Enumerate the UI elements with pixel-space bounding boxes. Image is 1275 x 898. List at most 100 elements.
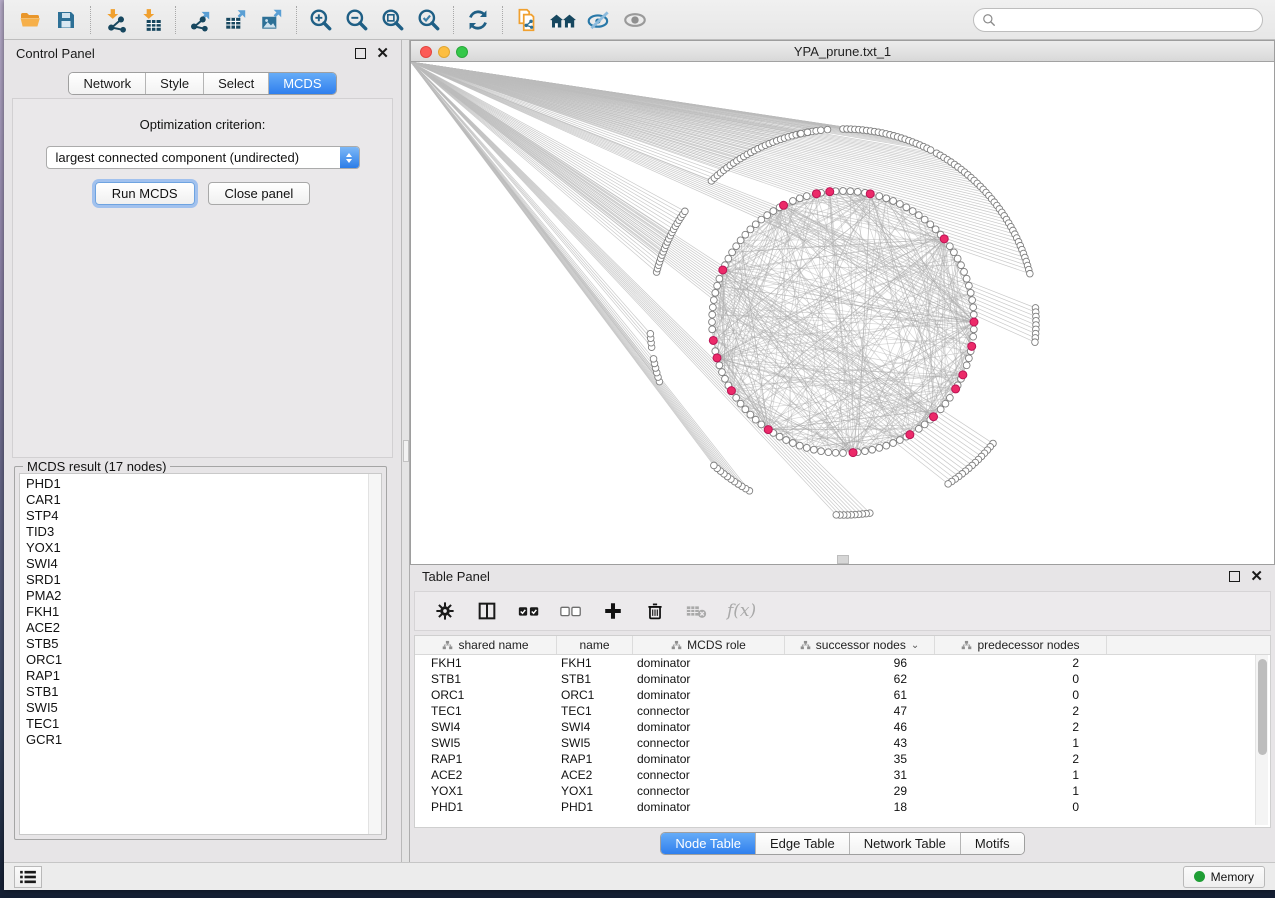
mcds-node-item[interactable]: CAR1 [26,492,367,508]
mcds-node-item[interactable]: TEC1 [26,716,367,732]
cell-shared_name[interactable]: RAP1 [415,752,557,766]
cell-predecessors[interactable]: 2 [935,720,1107,734]
table-row[interactable]: STB1STB1dominator620 [415,671,1270,687]
cell-name[interactable]: ORC1 [557,688,633,702]
cell-predecessors[interactable]: 1 [935,784,1107,798]
table-row[interactable]: ACE2ACE2connector311 [415,767,1270,783]
cell-name[interactable]: SWI5 [557,736,633,750]
tab-select[interactable]: Select [204,73,269,94]
cell-role[interactable]: connector [633,736,785,750]
tab-edge-table[interactable]: Edge Table [756,833,850,854]
add-column-icon[interactable] [601,599,625,623]
cell-predecessors[interactable]: 2 [935,752,1107,766]
column-header[interactable]: successor nodes⌄ [785,636,935,654]
column-header[interactable]: shared name [415,636,557,654]
tab-node-table[interactable]: Node Table [661,833,756,854]
cell-shared_name[interactable]: YOX1 [415,784,557,798]
cell-name[interactable]: YOX1 [557,784,633,798]
search-field[interactable] [973,8,1263,32]
close-table-panel-icon[interactable]: ✕ [1250,571,1263,582]
cell-successors[interactable]: 62 [785,672,935,686]
tab-motifs[interactable]: Motifs [961,833,1024,854]
memory-button[interactable]: Memory [1183,866,1265,888]
show-details-eye-icon[interactable] [617,4,653,36]
delete-column-trash-icon[interactable] [643,599,667,623]
mcds-result-list[interactable]: PHD1CAR1STP4TID3YOX1SWI4SRD1PMA2FKH1ACE2… [26,476,367,832]
import-table-icon[interactable] [133,4,169,36]
mcds-node-item[interactable]: STB1 [26,684,367,700]
table-row[interactable]: ORC1ORC1dominator610 [415,687,1270,703]
export-image-icon[interactable] [254,4,290,36]
cell-predecessors[interactable]: 2 [935,656,1107,670]
cell-name[interactable]: RAP1 [557,752,633,766]
save-icon[interactable] [48,4,84,36]
export-network-icon[interactable] [182,4,218,36]
houses-icon[interactable] [545,4,581,36]
close-panel-icon[interactable]: ✕ [376,48,389,59]
panel-splitter[interactable] [402,40,410,862]
mcds-node-item[interactable]: PMA2 [26,588,367,604]
deselect-all-checkboxes-icon[interactable] [559,599,583,623]
duplicate-network-icon[interactable] [509,4,545,36]
cell-shared_name[interactable]: TEC1 [415,704,557,718]
mcds-node-item[interactable]: SWI5 [26,700,367,716]
cell-shared_name[interactable]: PHD1 [415,800,557,814]
cell-successors[interactable]: 29 [785,784,935,798]
mcds-node-item[interactable]: ACE2 [26,620,367,636]
mcds-node-item[interactable]: STP4 [26,508,367,524]
cell-role[interactable]: connector [633,768,785,782]
zoom-fit-icon[interactable] [375,4,411,36]
cell-predecessors[interactable]: 0 [935,800,1107,814]
cell-shared_name[interactable]: ACE2 [415,768,557,782]
cell-successors[interactable]: 18 [785,800,935,814]
column-header[interactable]: name [557,636,633,654]
cell-name[interactable]: SWI4 [557,720,633,734]
cell-shared_name[interactable]: SWI4 [415,720,557,734]
export-table-icon[interactable] [218,4,254,36]
mcds-node-item[interactable]: RAP1 [26,668,367,684]
table-row[interactable]: FKH1FKH1dominator962 [415,655,1270,671]
table-row[interactable]: PHD1PHD1dominator180 [415,799,1270,815]
column-header[interactable]: MCDS role [633,636,785,654]
mcds-node-item[interactable]: YOX1 [26,540,367,556]
cell-successors[interactable]: 46 [785,720,935,734]
table-vertical-scrollbar[interactable] [1255,655,1268,825]
cell-predecessors[interactable]: 1 [935,736,1107,750]
window-minimize-traffic-light[interactable] [438,46,450,58]
mcds-node-item[interactable]: GCR1 [26,732,367,748]
splitter-grip[interactable] [403,440,409,462]
cell-shared_name[interactable]: STB1 [415,672,557,686]
mcds-node-item[interactable]: FKH1 [26,604,367,620]
cell-name[interactable]: TEC1 [557,704,633,718]
tab-style[interactable]: Style [146,73,204,94]
cell-successors[interactable]: 61 [785,688,935,702]
cell-name[interactable]: ACE2 [557,768,633,782]
network-canvas[interactable] [411,62,1274,564]
table-row[interactable]: YOX1YOX1connector291 [415,783,1270,799]
import-network-icon[interactable] [97,4,133,36]
refresh-icon[interactable] [460,4,496,36]
scrollbar-thumb[interactable] [1258,659,1267,755]
cell-predecessors[interactable]: 2 [935,704,1107,718]
mcds-node-item[interactable]: TID3 [26,524,367,540]
float-panel-icon[interactable] [355,48,366,59]
table-row[interactable]: SWI4SWI4dominator462 [415,719,1270,735]
open-folder-icon[interactable] [12,4,48,36]
cell-predecessors[interactable]: 1 [935,768,1107,782]
mcds-node-item[interactable]: STB5 [26,636,367,652]
task-history-button[interactable] [14,866,42,888]
mcds-node-item[interactable]: SWI4 [26,556,367,572]
cell-name[interactable]: FKH1 [557,656,633,670]
cell-role[interactable]: dominator [633,656,785,670]
tab-network[interactable]: Network [69,73,146,94]
network-graph[interactable] [411,62,1274,564]
column-layout-icon[interactable] [475,599,499,623]
cell-successors[interactable]: 47 [785,704,935,718]
table-row[interactable]: RAP1RAP1dominator352 [415,751,1270,767]
zoom-selected-icon[interactable] [411,4,447,36]
cell-successors[interactable]: 43 [785,736,935,750]
cell-shared_name[interactable]: FKH1 [415,656,557,670]
mcds-list-scrollbar[interactable] [368,474,381,834]
delete-table-icon[interactable] [685,599,709,623]
mcds-node-item[interactable]: SRD1 [26,572,367,588]
